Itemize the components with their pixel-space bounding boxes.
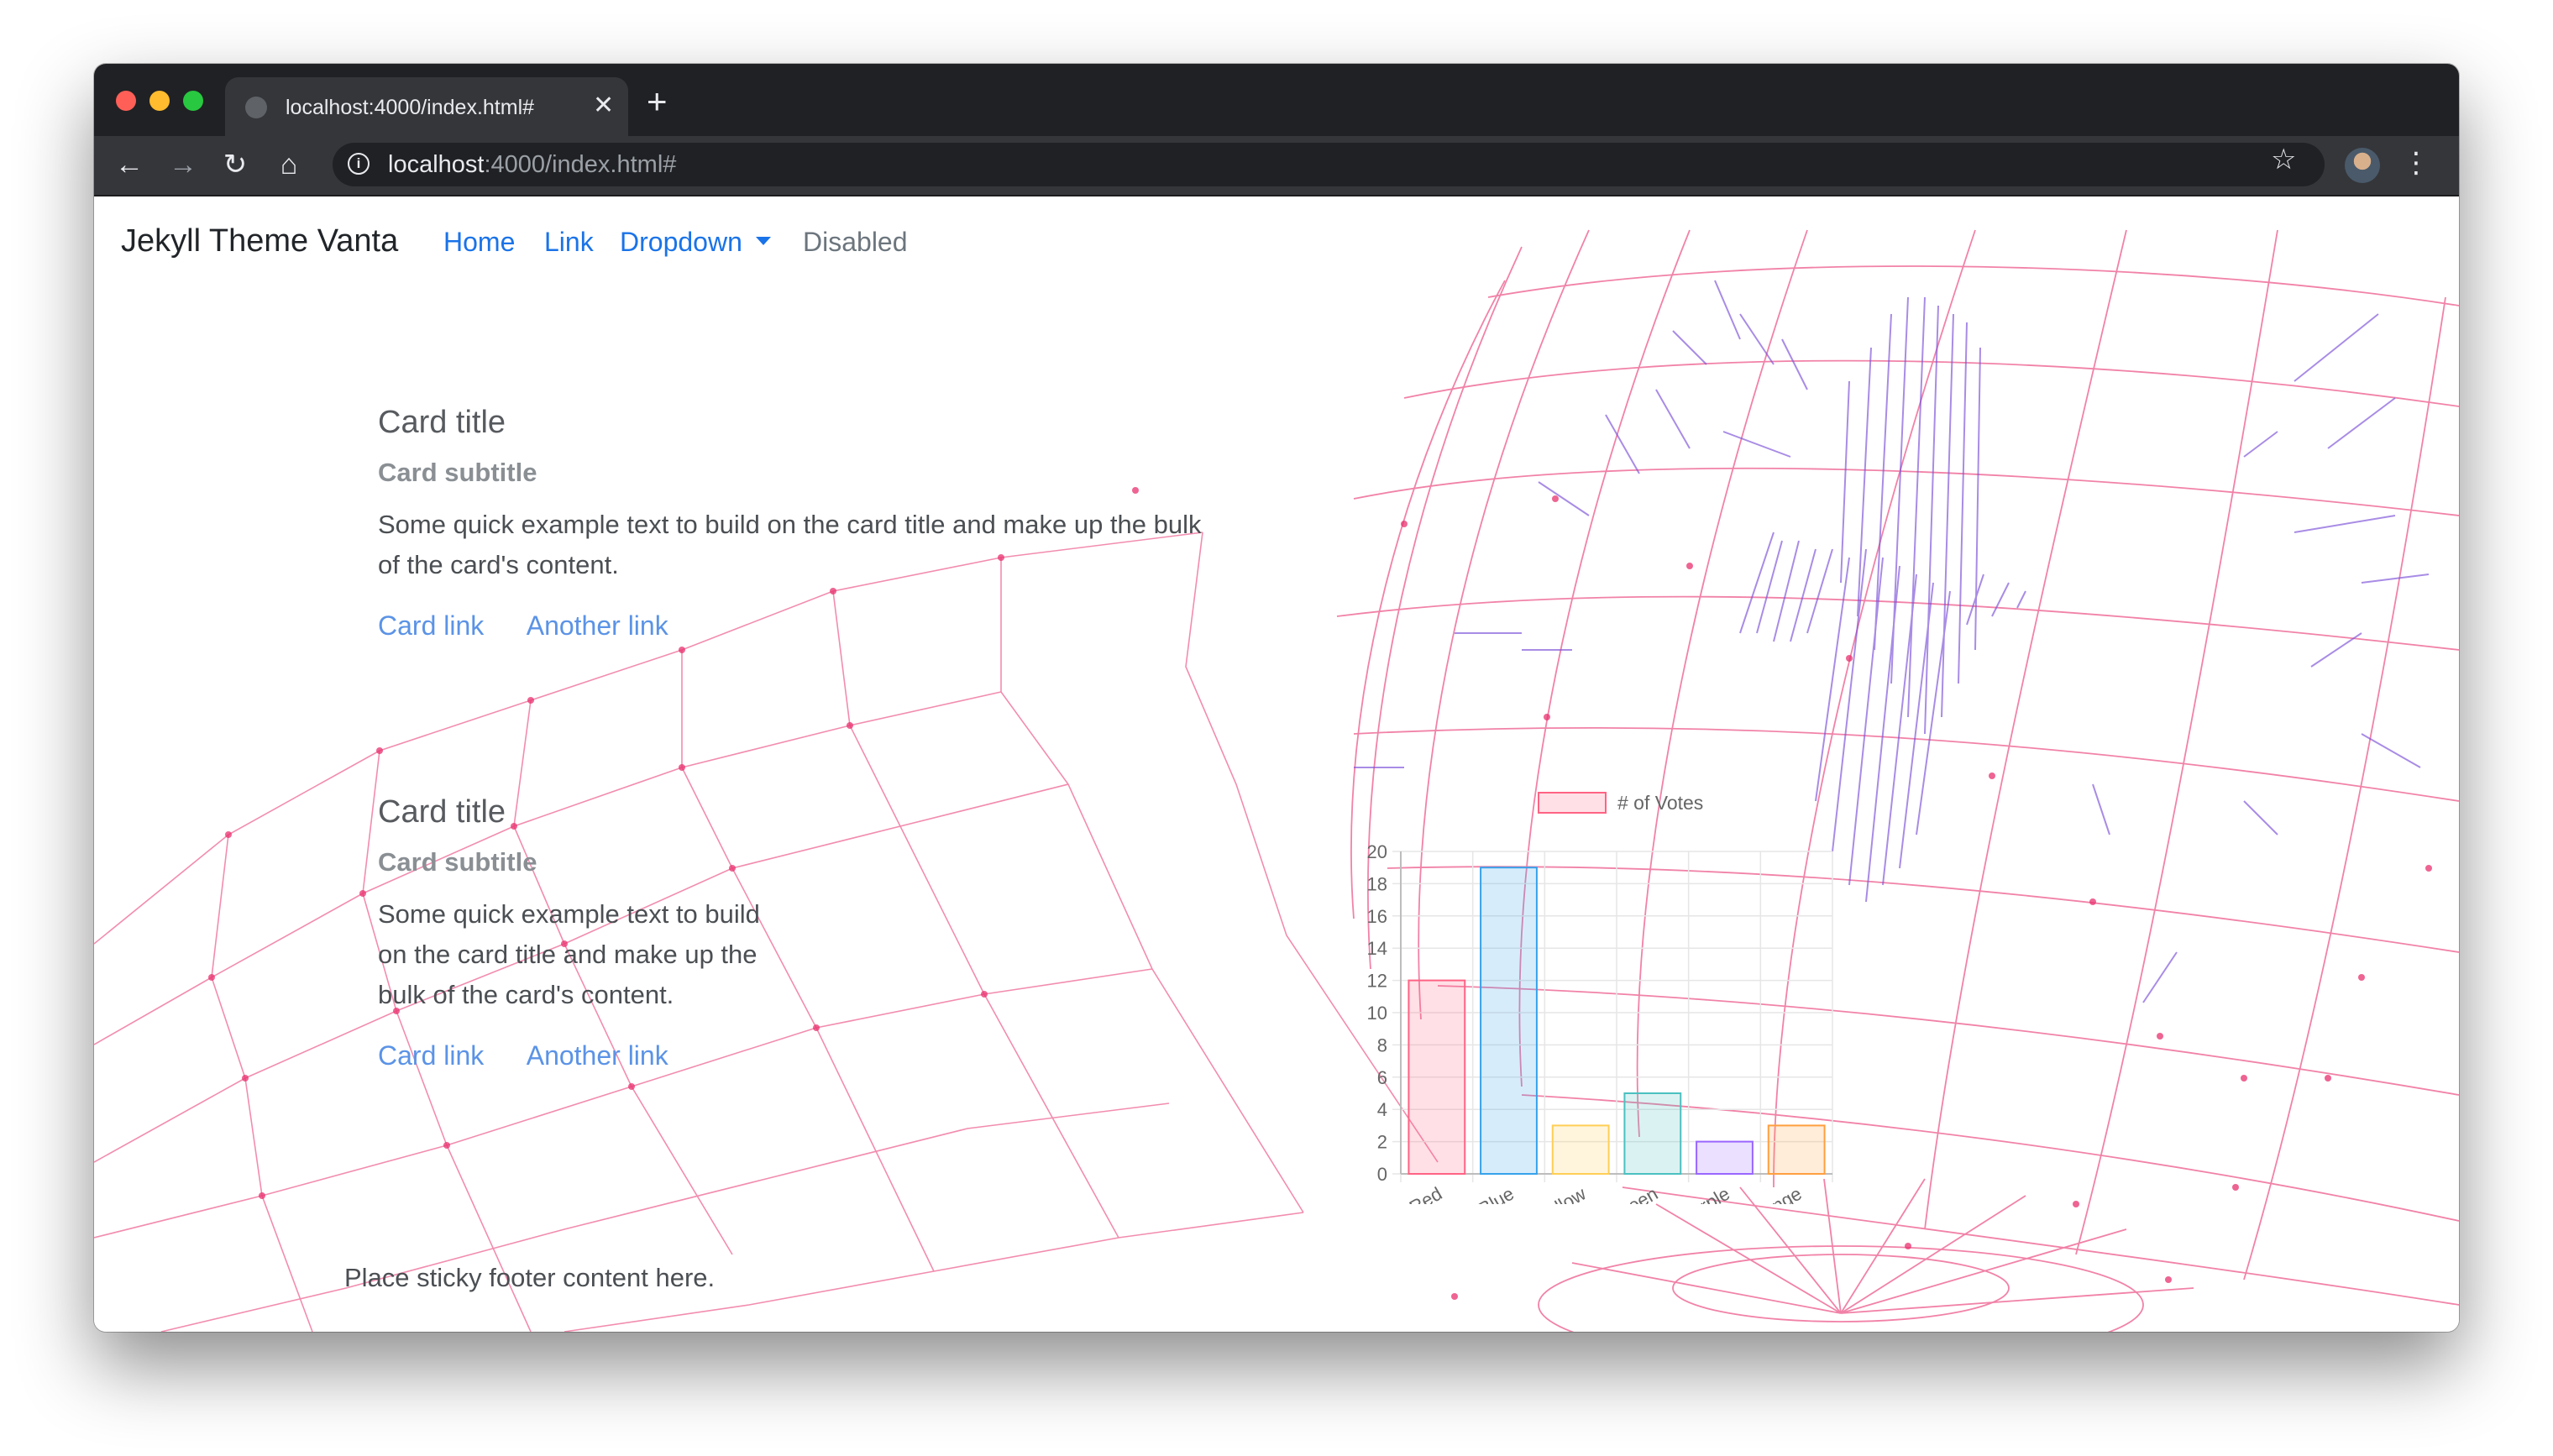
url-path: :4000/index.html# xyxy=(484,151,677,178)
site-navbar: Jekyll Theme Vanta Home Link Dropdown Di… xyxy=(94,196,2459,291)
card-links: Card link Another link xyxy=(378,610,1218,642)
another-link[interactable]: Another link xyxy=(527,610,668,641)
nav-link-home[interactable]: Home xyxy=(443,227,515,258)
caret-down-icon xyxy=(755,236,771,245)
legend-swatch xyxy=(1538,792,1607,814)
bar-red xyxy=(1408,979,1466,1175)
card-title: Card title xyxy=(378,794,506,830)
another-link[interactable]: Another link xyxy=(527,1040,668,1071)
y-tick-label: 10 xyxy=(1367,1003,1387,1024)
bookmark-star-icon[interactable]: ☆ xyxy=(2271,144,2296,175)
info-icon[interactable]: i xyxy=(348,153,370,175)
y-tick-label: 12 xyxy=(1367,971,1387,992)
back-icon[interactable]: ← xyxy=(111,146,148,183)
browser-tab[interactable]: localhost:4000/index.html# ✕ xyxy=(225,77,628,136)
address-bar[interactable]: i localhost:4000/index.html# xyxy=(333,143,2325,186)
x-tick-label: Red xyxy=(1406,1183,1445,1204)
page-viewport: Jekyll Theme Vanta Home Link Dropdown Di… xyxy=(94,196,2459,1332)
bar-orange xyxy=(1767,1124,1826,1175)
legend-label: # of Votes xyxy=(1617,792,1703,814)
y-tick-label: 14 xyxy=(1367,938,1387,959)
y-tick-label: 20 xyxy=(1367,841,1387,862)
vanta-background xyxy=(94,229,2459,1332)
card-text: Some quick example text to build on the … xyxy=(378,510,1202,579)
bar-yellow xyxy=(1551,1124,1610,1175)
url-host: localhost xyxy=(388,151,485,178)
card-title: Card title xyxy=(378,405,506,440)
y-tick-label: 8 xyxy=(1377,1034,1387,1055)
y-tick-label: 6 xyxy=(1377,1067,1387,1088)
reload-icon[interactable]: ↻ xyxy=(217,146,254,183)
profile-avatar[interactable] xyxy=(2345,148,2380,183)
nav-link-disabled: Disabled xyxy=(803,227,908,257)
x-tick-label: Yellow xyxy=(1533,1183,1590,1204)
url-text[interactable]: localhost:4000/index.html# xyxy=(388,151,676,179)
y-tick-label: 4 xyxy=(1377,1099,1387,1120)
new-tab-button[interactable]: + xyxy=(647,82,668,121)
zoom-window-button[interactable] xyxy=(183,91,203,111)
nav-dropdown-label: Dropdown xyxy=(620,227,742,257)
nav-link-link[interactable]: Link xyxy=(544,227,594,258)
card-link[interactable]: Card link xyxy=(378,1040,484,1071)
card-subtitle: Card subtitle xyxy=(378,458,537,487)
globe-icon xyxy=(245,97,267,118)
nav-dropdown-toggle[interactable]: Dropdown xyxy=(620,227,771,258)
minimize-window-button[interactable] xyxy=(149,91,170,111)
y-tick-label: 16 xyxy=(1367,906,1387,927)
votes-bar-chart: 0 2 4 6 8 10 12 14 16 18 20 Red Blue Yellow Green Purpl… xyxy=(1303,767,1858,1232)
chart-canvas: 0 2 4 6 8 10 12 14 16 18 20 Red Blue Yellow Green Purpl… xyxy=(1367,792,1833,1232)
y-tick-label: 0 xyxy=(1377,1164,1387,1185)
tab-title: localhost:4000/index.html# xyxy=(286,96,535,119)
navbar-brand[interactable]: Jekyll Theme Vanta xyxy=(121,223,398,259)
card-link[interactable]: Card link xyxy=(378,610,484,641)
y-tick-label: 18 xyxy=(1367,873,1387,894)
browser-menu-icon[interactable]: ⋮ xyxy=(2402,144,2430,181)
forward-icon[interactable]: → xyxy=(165,146,202,183)
x-tick-label: Blue xyxy=(1475,1183,1518,1204)
sticky-footer: Place sticky footer content here. xyxy=(344,1263,716,1292)
close-window-button[interactable] xyxy=(116,91,136,111)
x-tick-label: Orange xyxy=(1742,1183,1806,1204)
card-subtitle: Card subtitle xyxy=(378,847,537,877)
y-tick-label: 2 xyxy=(1377,1132,1387,1153)
bar-purple xyxy=(1696,1140,1754,1176)
bar-green xyxy=(1623,1092,1682,1175)
x-tick-label: Green xyxy=(1607,1183,1661,1204)
bar-blue xyxy=(1480,867,1538,1175)
browser-window: localhost:4000/index.html# ✕ + ← → ↻ ⌂ i… xyxy=(94,64,2459,1332)
card-2: Card title Card subtitle Some quick exam… xyxy=(378,794,781,1071)
tab-strip: localhost:4000/index.html# ✕ + xyxy=(94,64,2459,136)
card-1: Card title Card subtitle Some quick exam… xyxy=(378,405,1218,642)
home-icon[interactable]: ⌂ xyxy=(270,146,307,183)
browser-toolbar: ← → ↻ ⌂ i localhost:4000/index.html# ☆ ⋮ xyxy=(94,136,2459,196)
card-links: Card link Another link xyxy=(378,1040,781,1071)
x-tick-label: Purple xyxy=(1676,1183,1733,1204)
close-tab-icon[interactable]: ✕ xyxy=(593,91,614,121)
card-text: Some quick example text to build on the … xyxy=(378,899,760,1009)
